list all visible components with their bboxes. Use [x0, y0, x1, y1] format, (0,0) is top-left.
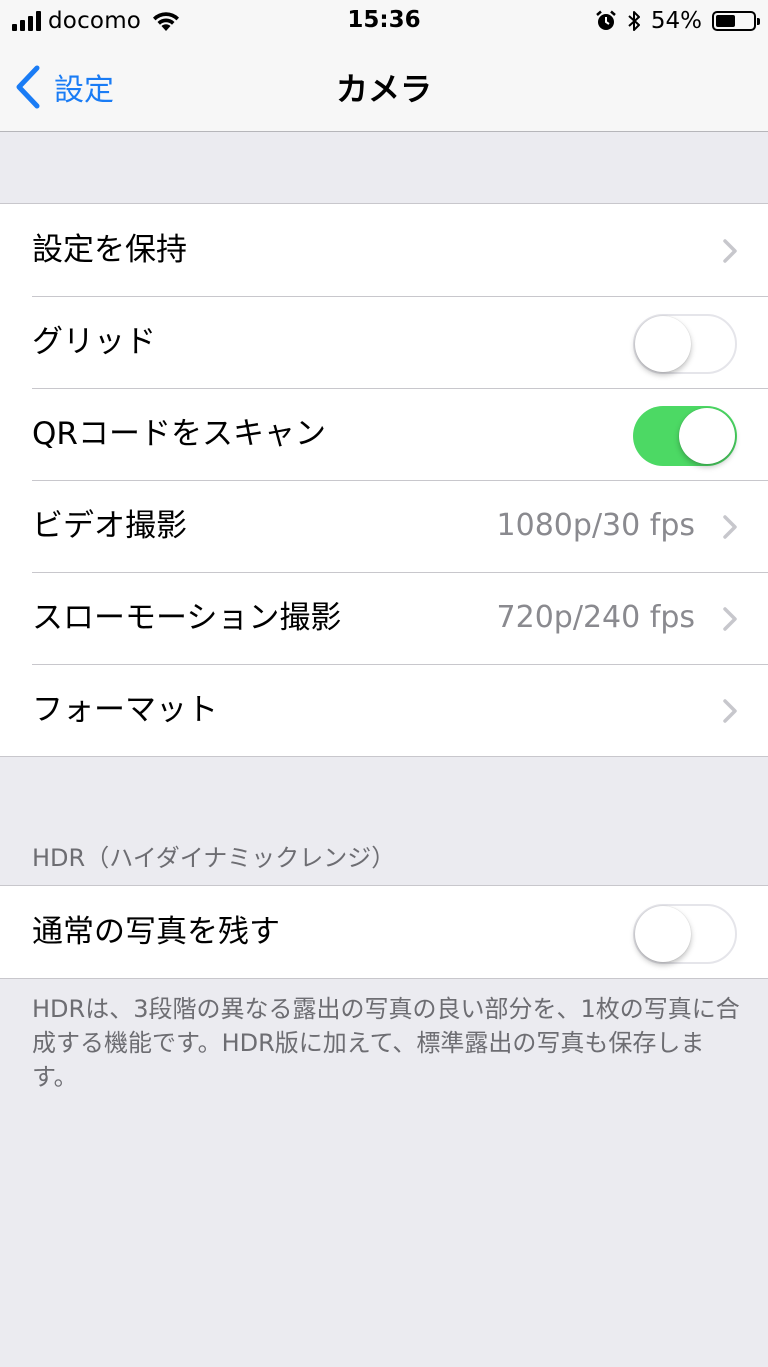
row-label: ビデオ撮影: [32, 508, 187, 544]
row-grid: グリッド: [0, 296, 768, 388]
row-record-slomo[interactable]: スローモーション撮影 720p/240 fps: [0, 572, 768, 664]
battery-percent: 54%: [650, 8, 702, 34]
row-label: QRコードをスキャン: [32, 416, 326, 452]
chevron-right-icon: [723, 515, 737, 539]
toggle-knob: [635, 316, 691, 372]
chevron-right-icon: [723, 239, 737, 263]
row-formats[interactable]: フォーマット: [0, 664, 768, 756]
camera-settings-group: 設定を保持 グリッド QRコードをスキャン ビデオ撮影 1080p/30 fps…: [0, 203, 768, 757]
row-label: スローモーション撮影: [32, 600, 342, 636]
row-scan-qr: QRコードをスキャン: [0, 388, 768, 480]
row-label: 通常の写真を残す: [32, 914, 280, 950]
chevron-right-icon: [723, 699, 737, 723]
hdr-section-header: HDR（ハイダイナミックレンジ）: [32, 844, 396, 872]
row-label: グリッド: [32, 324, 156, 360]
status-bar: docomo 15:36 54%: [0, 0, 768, 42]
row-keep-normal-photo: 通常の写真を残す: [0, 886, 768, 978]
hdr-footer-note: HDRは、3段階の異なる露出の写真の良い部分を、1枚の写真に合成する機能です。H…: [32, 995, 740, 1091]
navigation-bar: 設定 カメラ: [0, 42, 768, 132]
toggle-knob: [679, 408, 735, 464]
battery-icon: [712, 11, 760, 31]
grid-toggle[interactable]: [633, 314, 737, 374]
battery-fill: [716, 15, 735, 27]
row-value: 1080p/30 fps: [496, 508, 695, 543]
row-label: フォーマット: [32, 692, 218, 728]
page-title: カメラ: [335, 70, 432, 108]
toggle-knob: [635, 906, 691, 962]
hdr-settings-group: 通常の写真を残す: [0, 885, 768, 979]
keep-normal-photo-toggle[interactable]: [633, 904, 737, 964]
row-label: 設定を保持: [32, 232, 187, 268]
bluetooth-icon: [628, 11, 640, 31]
alarm-icon: [596, 10, 616, 30]
row-record-video[interactable]: ビデオ撮影 1080p/30 fps: [0, 480, 768, 572]
row-value: 720p/240 fps: [496, 600, 695, 635]
scan-qr-toggle[interactable]: [633, 406, 737, 466]
chevron-right-icon: [723, 607, 737, 631]
status-right: 54%: [595, 7, 760, 35]
row-preserve-settings[interactable]: 設定を保持: [0, 204, 768, 296]
